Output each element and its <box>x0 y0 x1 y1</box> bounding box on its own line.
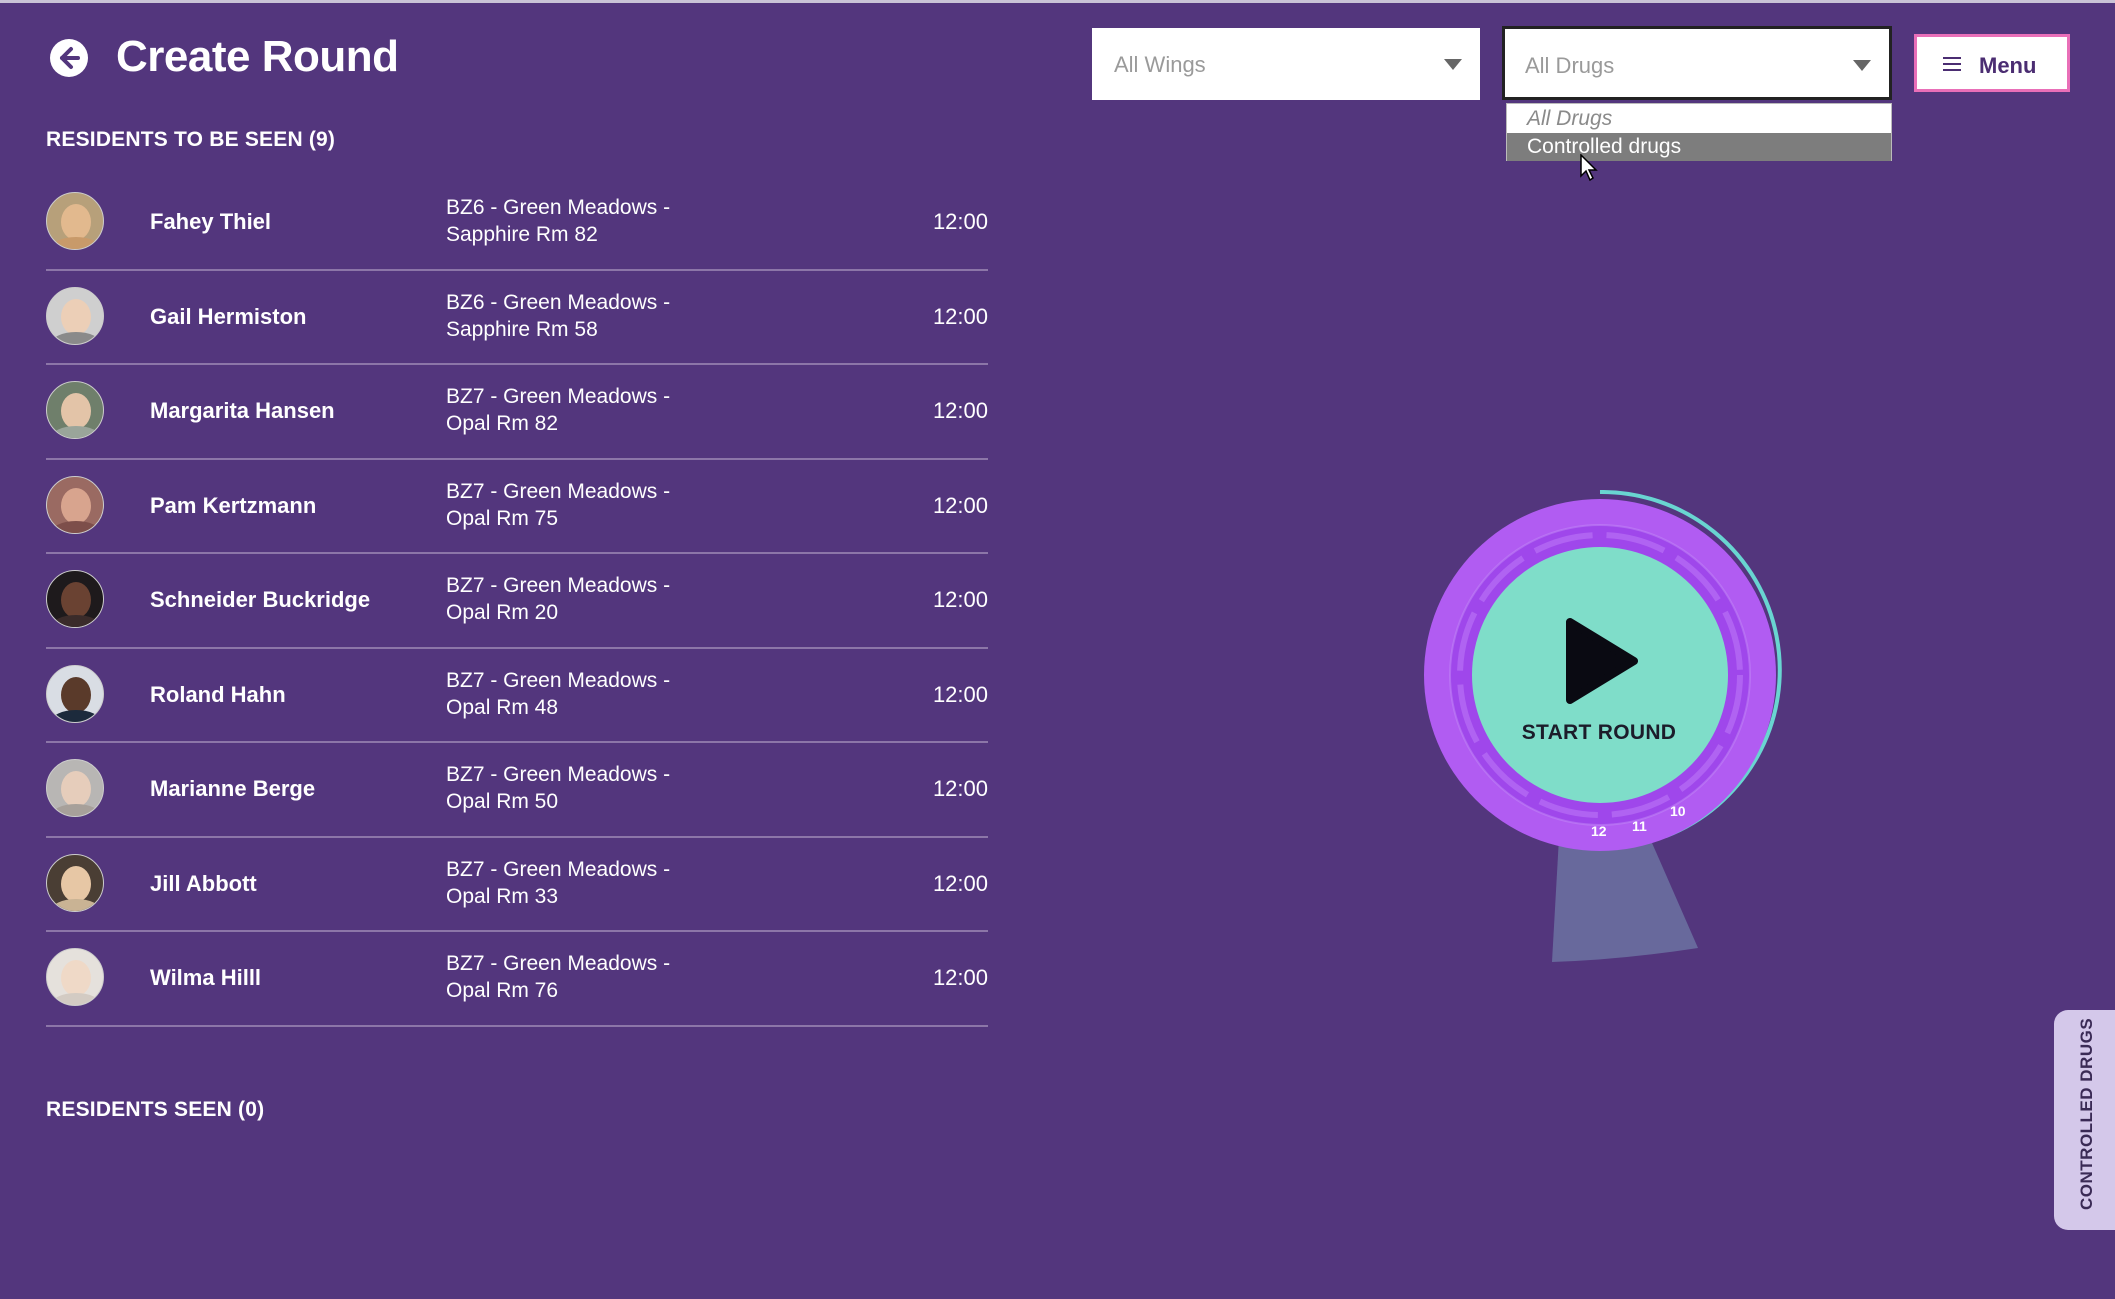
resident-row[interactable]: Marianne Berge BZ7 - Green Meadows - Opal… <box>46 743 988 838</box>
residents-seen-heading: RESIDENTS SEEN (0) <box>46 1098 265 1121</box>
resident-name: Jill Abbott <box>150 870 257 896</box>
resident-time: 12:00 <box>932 681 988 707</box>
wings-select[interactable]: All Wings <box>1092 28 1480 100</box>
resident-time: 12:00 <box>932 870 988 896</box>
resident-name: Marianne Berge <box>150 776 316 801</box>
resident-row[interactable]: Wilma Hilll BZ7 - Green Meadows - Opal Rm… <box>46 932 988 1027</box>
resident-location: BZ6 - Green Meadows - Sapphire Rm 82 <box>446 196 671 246</box>
hamburger-icon <box>1943 57 1961 71</box>
start-round-dial: START ROUND 12 11 10 <box>1420 490 1786 970</box>
dial-tick-10: 10 <box>1670 803 1686 819</box>
resident-row[interactable]: Margarita Hansen BZ7 - Green Meadows - Op… <box>46 365 988 460</box>
side-tab-label: CONTROLLED DRUGS <box>2077 1017 2096 1210</box>
resident-location: BZ7 - Green Meadows - Opal Rm 76 <box>446 952 671 1002</box>
mouse-cursor-icon <box>1580 154 1598 182</box>
resident-time: 12:00 <box>932 587 988 612</box>
page-title: Create Round <box>116 32 399 81</box>
controlled-drugs-side-tab[interactable]: CONTROLLED DRUGS <box>2054 1010 2115 1230</box>
resident-name: Fahey Thiel <box>150 209 272 234</box>
resident-time: 12:00 <box>932 965 988 990</box>
resident-location: BZ7 - Green Meadows - Opal Rm 48 <box>446 668 671 719</box>
avatar <box>46 381 104 439</box>
caret-down-icon <box>1853 60 1871 71</box>
resident-time: 12:00 <box>932 209 988 234</box>
resident-name: Wilma Hilll <box>150 965 262 990</box>
avatar <box>46 286 104 345</box>
back-button[interactable] <box>50 39 88 77</box>
resident-row[interactable]: Gail Hermiston BZ6 - Green Meadows - Sapp… <box>46 271 988 365</box>
arrow-left-icon <box>60 47 80 69</box>
resident-location: BZ7 - Green Meadows - Opal Rm 82 <box>446 385 671 435</box>
resident-name: Pam Kertzmann <box>150 492 317 518</box>
avatar <box>46 664 104 723</box>
avatar <box>46 192 104 250</box>
dial-tick-12: 12 <box>1591 823 1607 839</box>
avatar <box>46 475 104 534</box>
wings-select-value: All Wings <box>1114 52 1206 77</box>
resident-name: Roland Hahn <box>150 681 286 707</box>
start-round-button[interactable] <box>1473 547 1729 803</box>
resident-row[interactable]: Pam Kertzmann BZ7 - Green Meadows - Opal … <box>46 460 988 554</box>
menu-button-label: Menu <box>1979 53 2037 78</box>
resident-time: 12:00 <box>932 303 988 329</box>
dropdown-option-controlled-drugs[interactable]: Controlled drugs <box>1507 133 1891 161</box>
start-round-label: START ROUND <box>1521 721 1677 744</box>
caret-down-icon <box>1444 59 1462 70</box>
resident-time: 12:00 <box>932 776 988 801</box>
avatar <box>46 759 104 817</box>
dropdown-option-all-drugs[interactable]: All Drugs <box>1507 105 1891 133</box>
drugs-dropdown-list: All Drugs Controlled drugs <box>1506 103 1892 161</box>
resident-name: Margarita Hansen <box>150 398 335 423</box>
resident-time: 12:00 <box>932 398 988 423</box>
resident-location: BZ7 - Green Meadows - Opal Rm 33 <box>446 857 671 908</box>
resident-name: Schneider Buckridge <box>150 587 371 612</box>
resident-row[interactable]: Fahey Thiel BZ6 - Green Meadows - Sapphir… <box>46 176 988 271</box>
resident-location: BZ7 - Green Meadows - Opal Rm 20 <box>446 574 671 624</box>
resident-location: BZ7 - Green Meadows - Opal Rm 75 <box>446 479 671 530</box>
drugs-select-value: All Drugs <box>1525 53 1615 78</box>
resident-name: Gail Hermiston <box>150 303 307 329</box>
resident-row[interactable]: Schneider Buckridge BZ7 - Green Meadows … <box>46 554 988 649</box>
avatar <box>46 948 104 1006</box>
resident-location: BZ7 - Green Meadows - Opal Rm 50 <box>446 763 671 813</box>
residents-to-be-seen-heading: RESIDENTS TO BE SEEN (9) <box>46 128 336 151</box>
resident-row[interactable]: Jill Abbott BZ7 - Green Meadows - Opal Rm… <box>46 838 988 932</box>
menu-button[interactable]: Menu <box>1914 34 2070 92</box>
avatar <box>46 570 104 628</box>
drugs-select[interactable]: All Drugs <box>1502 26 1892 100</box>
resident-location: BZ6 - Green Meadows - Sapphire Rm 58 <box>446 290 671 341</box>
window-top-border <box>0 0 2115 3</box>
dial-tick-11: 11 <box>1632 818 1647 834</box>
resident-time: 12:00 <box>932 492 988 518</box>
resident-row[interactable]: Roland Hahn BZ7 - Green Meadows - Opal Rm… <box>46 649 988 743</box>
avatar <box>46 853 104 912</box>
residents-list: Fahey Thiel BZ6 - Green Meadows - Sapphir… <box>46 176 988 1027</box>
